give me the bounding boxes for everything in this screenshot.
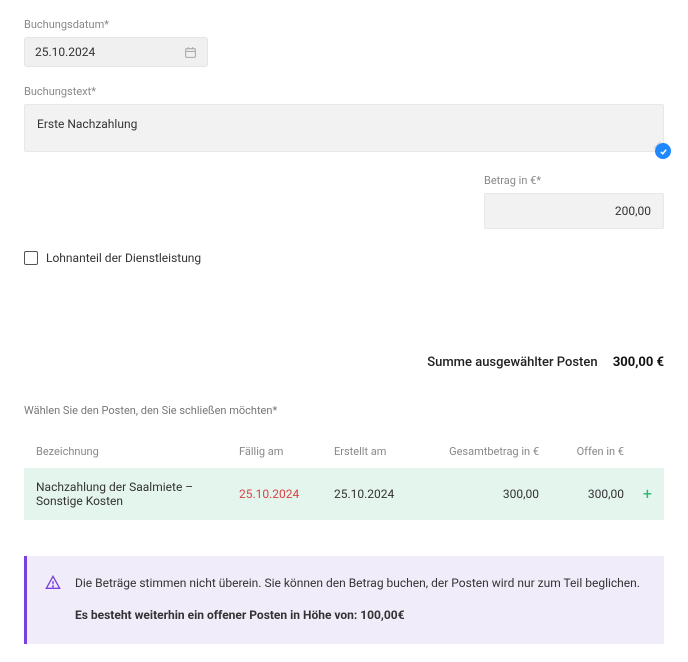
header-name: Bezeichnung: [36, 445, 239, 458]
booking-text-input[interactable]: Erste Nachzahlung: [24, 104, 664, 152]
booking-date-value: 25.10.2024: [35, 45, 95, 59]
booking-text-field: Buchungstext* Erste Nachzahlung: [24, 85, 664, 152]
amount-field: Betrag in €* 200,00: [484, 174, 664, 229]
valid-check-icon: [655, 143, 671, 159]
header-action: [624, 445, 652, 458]
wage-checkbox-label: Lohnanteil der Dienstleistung: [46, 251, 201, 265]
table-row[interactable]: Nachzahlung der Saalmiete – Sonstige Kos…: [24, 468, 664, 520]
amount-value: 200,00: [615, 204, 651, 218]
checkbox-icon[interactable]: [24, 251, 38, 265]
booking-date-input[interactable]: 25.10.2024: [24, 37, 208, 67]
header-due: Fällig am: [239, 445, 334, 458]
warning-alert: Die Beträge stimmen nicht überein. Sie k…: [24, 556, 664, 644]
cell-open: 300,00: [539, 487, 624, 501]
alert-line1: Die Beträge stimmen nicht überein. Sie k…: [75, 574, 640, 592]
alert-line2: Es besteht weiterhin ein offener Posten …: [75, 606, 640, 624]
choose-post-label: Wählen Sie den Posten, den Sie schließen…: [24, 404, 664, 417]
cell-due: 25.10.2024: [239, 487, 334, 501]
add-post-button[interactable]: +: [624, 486, 652, 502]
calendar-icon: [184, 46, 197, 59]
cell-total: 300,00: [429, 487, 539, 501]
booking-text-label: Buchungstext*: [24, 85, 664, 98]
sum-selected-label: Summe ausgewählter Posten: [427, 355, 597, 370]
amount-input[interactable]: 200,00: [484, 193, 664, 229]
header-open: Offen in €: [539, 445, 624, 458]
posts-table: Bezeichnung Fällig am Erstellt am Gesamt…: [24, 435, 664, 520]
header-total: Gesamtbetrag in €: [429, 445, 539, 458]
wage-checkbox-row[interactable]: Lohnanteil der Dienstleistung: [24, 251, 664, 265]
warning-icon: [45, 575, 61, 591]
alert-content: Die Beträge stimmen nicht überein. Sie k…: [75, 574, 640, 624]
header-created: Erstellt am: [334, 445, 429, 458]
booking-text-value: Erste Nachzahlung: [37, 117, 137, 131]
sum-selected-row: Summe ausgewählter Posten 300,00 €: [24, 355, 664, 370]
table-header: Bezeichnung Fällig am Erstellt am Gesamt…: [24, 435, 664, 468]
amount-label: Betrag in €*: [484, 174, 664, 187]
cell-name: Nachzahlung der Saalmiete – Sonstige Kos…: [36, 480, 239, 508]
amount-row: Betrag in €* 200,00: [24, 174, 664, 229]
booking-date-field: Buchungsdatum* 25.10.2024: [24, 18, 664, 67]
cell-created: 25.10.2024: [334, 487, 429, 501]
sum-selected-value: 300,00 €: [613, 355, 664, 370]
booking-date-label: Buchungsdatum*: [24, 18, 664, 31]
